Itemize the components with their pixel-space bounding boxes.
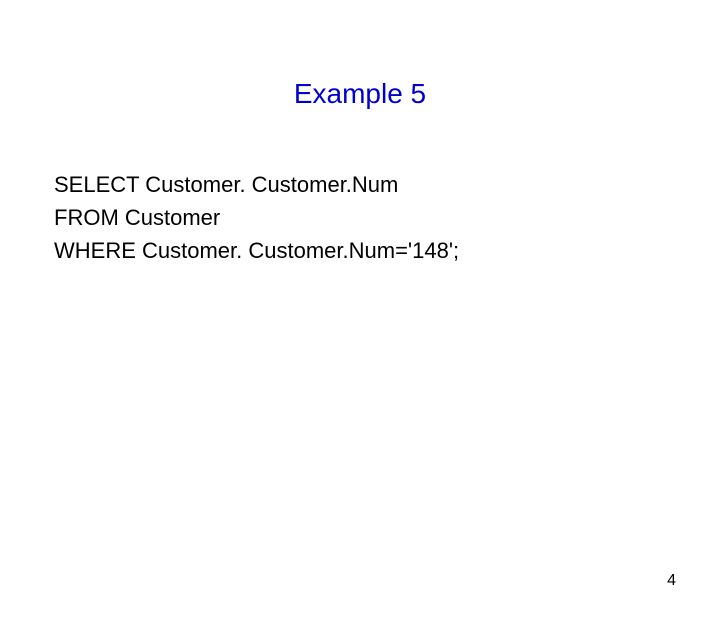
sql-line-3: WHERE Customer. Customer.Num='148'; bbox=[54, 234, 720, 267]
sql-content: SELECT Customer. Customer.Num FROM Custo… bbox=[54, 168, 720, 267]
slide-container: Example 5 SELECT Customer. Customer.Num … bbox=[0, 78, 720, 618]
page-number: 4 bbox=[667, 572, 676, 590]
slide-title: Example 5 bbox=[0, 78, 720, 110]
sql-line-1: SELECT Customer. Customer.Num bbox=[54, 168, 720, 201]
sql-line-2: FROM Customer bbox=[54, 201, 720, 234]
